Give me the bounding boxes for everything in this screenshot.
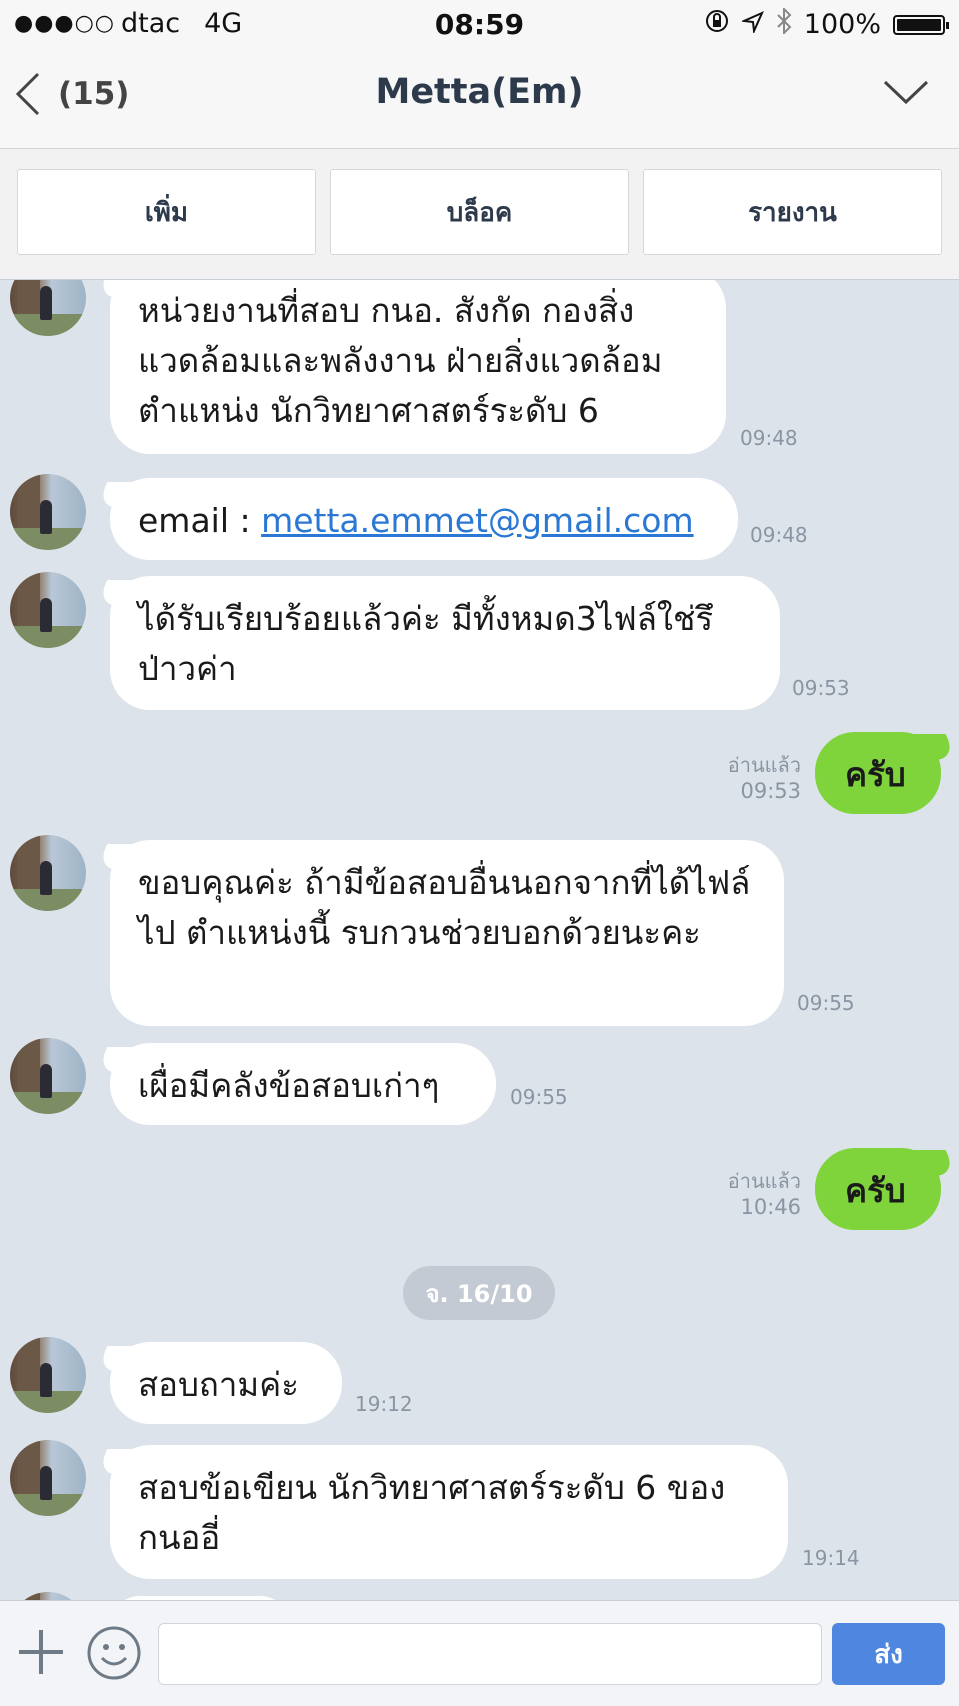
avatar[interactable] bbox=[10, 572, 86, 648]
message-time: 09:53 bbox=[740, 779, 801, 803]
message-time: 19:14 bbox=[802, 1546, 860, 1570]
rotation-lock-icon bbox=[704, 8, 730, 41]
chat-history[interactable]: หน่วยงานที่สอบ กนอ. สังกัด กองสิ่งแวดล้อ… bbox=[0, 280, 959, 1600]
message-time: 09:48 bbox=[740, 426, 798, 450]
date-divider: จ. 16/10 bbox=[403, 1266, 555, 1320]
sent-message-bubble: ครับ bbox=[815, 732, 941, 814]
avatar[interactable] bbox=[10, 280, 86, 336]
email-link[interactable]: metta.emmet@gmail.com bbox=[261, 501, 694, 540]
sent-message-bubble: ครับ bbox=[815, 1148, 941, 1230]
read-status: อ่านแล้ว bbox=[727, 753, 801, 777]
battery-percent: 100% bbox=[803, 9, 881, 40]
nav-bar: (15) Metta(Em) bbox=[0, 48, 959, 149]
message-time: 10:46 bbox=[740, 1195, 801, 1219]
battery-icon bbox=[893, 14, 949, 35]
chat-title: Metta(Em) bbox=[375, 72, 584, 112]
add-friend-button[interactable]: เพิ่ม bbox=[17, 169, 316, 255]
avatar[interactable] bbox=[10, 835, 86, 911]
send-button[interactable]: ส่ง bbox=[832, 1623, 945, 1685]
message-bubble: ได้รับเรียบร้อยแล้วค่ะ มีทั้งหมด3ไฟล์ใช่… bbox=[110, 576, 780, 710]
message-bubble: หน่วยงานที่สอบ กนอ. สังกัด กองสิ่งแวดล้อ… bbox=[110, 280, 726, 454]
block-button[interactable]: บล็อค bbox=[330, 169, 629, 255]
report-button[interactable]: รายงาน bbox=[643, 169, 942, 255]
read-receipt: อ่านแล้ว 09:53 bbox=[715, 752, 801, 804]
message-bubble: สอบข้อเขียน นักวิทยาศาสตร์ระดับ 6 ของ กน… bbox=[110, 1445, 788, 1579]
message-bubble: เผื่อมีคลังข้อสอบเก่าๆ bbox=[110, 1043, 496, 1125]
message-time: 09:55 bbox=[510, 1085, 568, 1109]
email-label: email : bbox=[138, 501, 262, 540]
avatar[interactable] bbox=[10, 1038, 86, 1114]
message-input-bar: ส่ง bbox=[0, 1600, 959, 1706]
avatar[interactable] bbox=[10, 1337, 86, 1413]
message-bubble: ขอบคุณค่ะ ถ้ามีข้อสอบอื่นนอกจากที่ได้ไฟล… bbox=[110, 840, 784, 1026]
bluetooth-icon bbox=[776, 6, 792, 41]
read-status: อ่านแล้ว bbox=[727, 1169, 801, 1193]
message-bubble: email : metta.emmet@gmail.com bbox=[110, 478, 738, 560]
message-time: 09:53 bbox=[792, 676, 850, 700]
plus-icon[interactable] bbox=[16, 1627, 66, 1681]
message-time: 09:48 bbox=[750, 523, 808, 547]
read-receipt: อ่านแล้ว 10:46 bbox=[715, 1168, 801, 1220]
avatar[interactable] bbox=[10, 1440, 86, 1516]
action-bar: เพิ่ม บล็อค รายงาน bbox=[0, 149, 959, 280]
message-time: 19:12 bbox=[355, 1392, 413, 1416]
message-input[interactable] bbox=[158, 1623, 822, 1685]
emoji-icon[interactable] bbox=[86, 1625, 142, 1685]
message-time: 09:55 bbox=[797, 991, 855, 1015]
avatar[interactable] bbox=[10, 1592, 86, 1600]
message-bubble: สอบถามค่ะ bbox=[110, 1342, 342, 1424]
location-icon bbox=[740, 9, 764, 40]
avatar[interactable] bbox=[10, 474, 86, 550]
status-bar: ●●●○○ dtac 4G 08:59 100% bbox=[0, 0, 959, 48]
chevron-down-icon[interactable] bbox=[883, 78, 929, 110]
